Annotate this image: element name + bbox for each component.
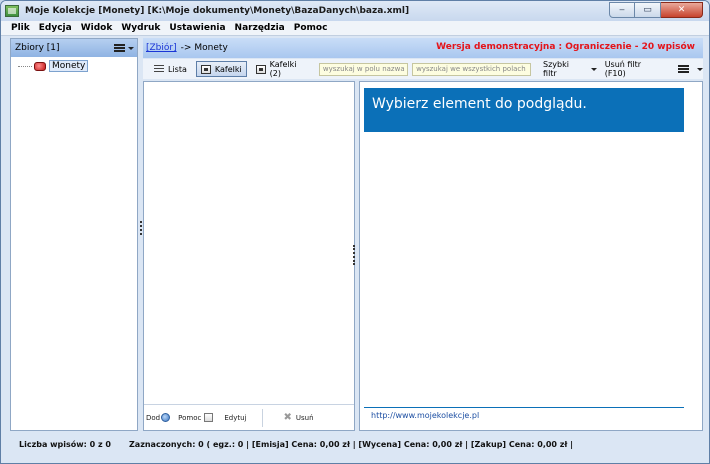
delete-label: Usuń <box>295 413 314 422</box>
selection-summary: Zaznaczonych: 0 ( egz.: 0 | [Emisja] Cen… <box>129 439 574 449</box>
hamburger-menu-icon[interactable] <box>114 44 125 52</box>
edit-button[interactable]: Edytuj <box>224 414 246 422</box>
menu-widok[interactable]: Widok <box>81 23 113 33</box>
collections-header: Zbiory [1] <box>11 39 137 57</box>
window-title: Moje Kolekcje [Monety] [K:\Moje dokument… <box>25 6 410 16</box>
collections-title: Zbiory [1] <box>15 43 60 53</box>
quick-filter-dropdown[interactable]: Szybki filtr <box>543 60 597 78</box>
remove-filter-button[interactable]: Usuń filtr (F10) <box>605 60 664 78</box>
preview-heading: Wybierz element do podglądu. <box>364 88 684 132</box>
delete-button[interactable]: ✖ Usuń <box>283 412 313 423</box>
breadcrumb: [Zbiór] -> Monety Wersja demonstracyjna … <box>143 38 703 58</box>
quick-filter-label: Szybki filtr <box>543 60 569 78</box>
add-label: Dod <box>146 413 161 422</box>
tiles-icon <box>255 64 266 74</box>
title-bar[interactable]: Moje Kolekcje [Monety] [K:\Moje dokument… <box>1 1 709 21</box>
edit-icon <box>204 413 214 422</box>
app-icon <box>5 5 19 17</box>
view-list-button[interactable]: Lista <box>149 61 192 77</box>
help-label: Pomoc <box>178 413 202 422</box>
delete-x-icon: ✖ <box>283 412 292 423</box>
preview-panel: Wybierz element do podglądu. http://www.… <box>359 81 703 431</box>
view-list-label: Lista <box>168 64 187 74</box>
demo-notice: Wersja demonstracyjna : Ograniczenie - 2… <box>436 42 695 52</box>
help-button[interactable]: Pomoc <box>178 413 216 422</box>
window-controls: ‒ ▭ ✕ <box>609 2 703 18</box>
left-splitter-handle[interactable] <box>140 221 142 235</box>
tiles-icon <box>200 64 211 74</box>
menu-edycja[interactable]: Edycja <box>39 23 72 33</box>
list-icon <box>154 65 164 73</box>
search-all-input[interactable]: wyszukaj we wszystkich polach <box>412 62 532 76</box>
status-bar: Liczba wpisów: 0 z 0 Zaznaczonych: 0 ( e… <box>1 433 709 455</box>
website-link[interactable]: http://www.mojekolekcje.pl <box>371 411 479 420</box>
view-tiles-button[interactable]: Kafelki <box>195 61 247 77</box>
tree-item-monety[interactable]: Monety <box>18 60 89 72</box>
chevron-down-icon[interactable] <box>697 67 703 71</box>
add-button[interactable]: Dod <box>146 413 171 422</box>
menu-ustawienia[interactable]: Ustawienia <box>169 23 225 33</box>
view-tiles-label: Kafelki <box>214 64 242 74</box>
menu-wydruk[interactable]: Wydruk <box>121 23 160 33</box>
view-tiles2-button[interactable]: Kafelki (2) <box>251 60 315 78</box>
menu-plik[interactable]: Plik <box>11 23 30 33</box>
preview-divider <box>364 407 684 408</box>
list-footer: Dod Pomoc Edytuj ✖ Usuń <box>144 404 354 430</box>
minimize-button[interactable]: ‒ <box>609 2 635 18</box>
collections-panel: Zbiory [1] Monety <box>10 38 138 431</box>
items-list-panel[interactable]: Dod Pomoc Edytuj ✖ Usuń <box>143 81 355 431</box>
menu-bar: Plik Edycja Widok Wydruk Ustawienia Narz… <box>1 21 709 36</box>
middle-splitter-handle[interactable] <box>353 245 355 265</box>
chevron-down-icon <box>590 67 597 71</box>
tree-connector <box>18 65 32 67</box>
view-toolbar: Lista Kafelki Kafelki (2) wyszukaj w pol… <box>143 59 703 79</box>
menu-narzedzia[interactable]: Narzędzia <box>235 23 285 33</box>
hamburger-menu-icon[interactable] <box>678 65 689 73</box>
coin-collection-icon <box>34 61 46 71</box>
tree-item-label[interactable]: Monety <box>49 60 89 72</box>
maximize-button[interactable]: ▭ <box>635 2 661 18</box>
close-button[interactable]: ✕ <box>661 2 703 18</box>
view-tiles2-label: Kafelki (2) <box>269 60 297 78</box>
info-icon <box>161 413 171 422</box>
menu-pomoc[interactable]: Pomoc <box>294 23 328 33</box>
breadcrumb-separator: -> <box>180 43 192 53</box>
search-name-input[interactable]: wyszukaj w polu nazwa <box>318 62 409 76</box>
breadcrumb-current: Monety <box>194 43 228 53</box>
app-window: Moje Kolekcje [Monety] [K:\Moje dokument… <box>0 0 710 464</box>
footer-divider <box>262 408 264 427</box>
chevron-down-icon[interactable] <box>128 47 134 50</box>
entries-count: Liczba wpisów: 0 z 0 <box>19 439 111 449</box>
breadcrumb-root-link[interactable]: [Zbiór] <box>146 43 177 53</box>
